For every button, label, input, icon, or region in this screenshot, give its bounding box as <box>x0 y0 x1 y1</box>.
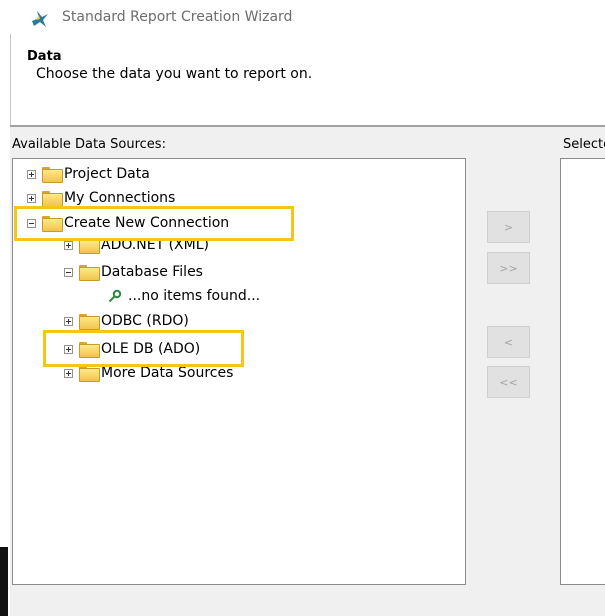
selected-tables-list[interactable] <box>560 158 605 585</box>
tree-node-project-data[interactable]: Project Data <box>27 164 150 184</box>
expand-plus-icon[interactable] <box>64 240 73 250</box>
folder-icon <box>79 265 100 281</box>
window-title: Standard Report Creation Wizard <box>62 9 293 25</box>
wizard-app-icon <box>32 11 48 27</box>
folder-icon <box>79 366 100 382</box>
expand-plus-icon[interactable] <box>27 193 36 203</box>
available-data-sources-label: Available Data Sources: <box>12 137 166 152</box>
add-button[interactable]: > <box>487 211 530 243</box>
window-edge-dark <box>0 547 8 616</box>
bottom-strip <box>10 585 605 616</box>
page-subtitle: Choose the data you want to report on. <box>36 66 313 82</box>
key-icon <box>108 289 122 303</box>
expand-plus-icon[interactable] <box>27 169 36 179</box>
folder-icon <box>42 191 63 207</box>
selected-tables-label: Selected Tables: <box>563 137 605 152</box>
page-title: Data <box>27 49 62 64</box>
tree-node-label: Project Data <box>64 166 150 182</box>
tree-node-label: More Data Sources <box>101 365 234 381</box>
tree-node-label: Database Files <box>101 264 203 280</box>
add-all-button[interactable]: >> <box>487 252 530 284</box>
window-edge <box>10 34 11 126</box>
collapse-minus-icon[interactable] <box>64 267 73 277</box>
tree-node-label: My Connections <box>64 190 176 206</box>
expand-plus-icon[interactable] <box>64 316 73 326</box>
highlight-ole-db <box>43 330 244 367</box>
tree-node-odbc[interactable]: ODBC (RDO) <box>64 311 189 331</box>
title-bar: Standard Report Creation Wizard <box>0 0 605 40</box>
remove-button[interactable]: < <box>487 326 530 358</box>
tree-node-database-files[interactable]: Database Files <box>64 262 203 282</box>
expand-plus-icon[interactable] <box>64 368 73 378</box>
tree-node-label: ODBC (RDO) <box>101 313 189 329</box>
tree-node-no-items-found[interactable]: ...no items found... <box>108 286 260 306</box>
folder-icon <box>42 167 63 183</box>
folder-icon <box>79 314 100 330</box>
remove-all-button[interactable]: << <box>487 366 530 398</box>
tree-node-my-connections[interactable]: My Connections <box>27 188 175 208</box>
highlight-create-new-connection <box>14 206 294 241</box>
tree-node-label: ...no items found... <box>128 288 261 304</box>
